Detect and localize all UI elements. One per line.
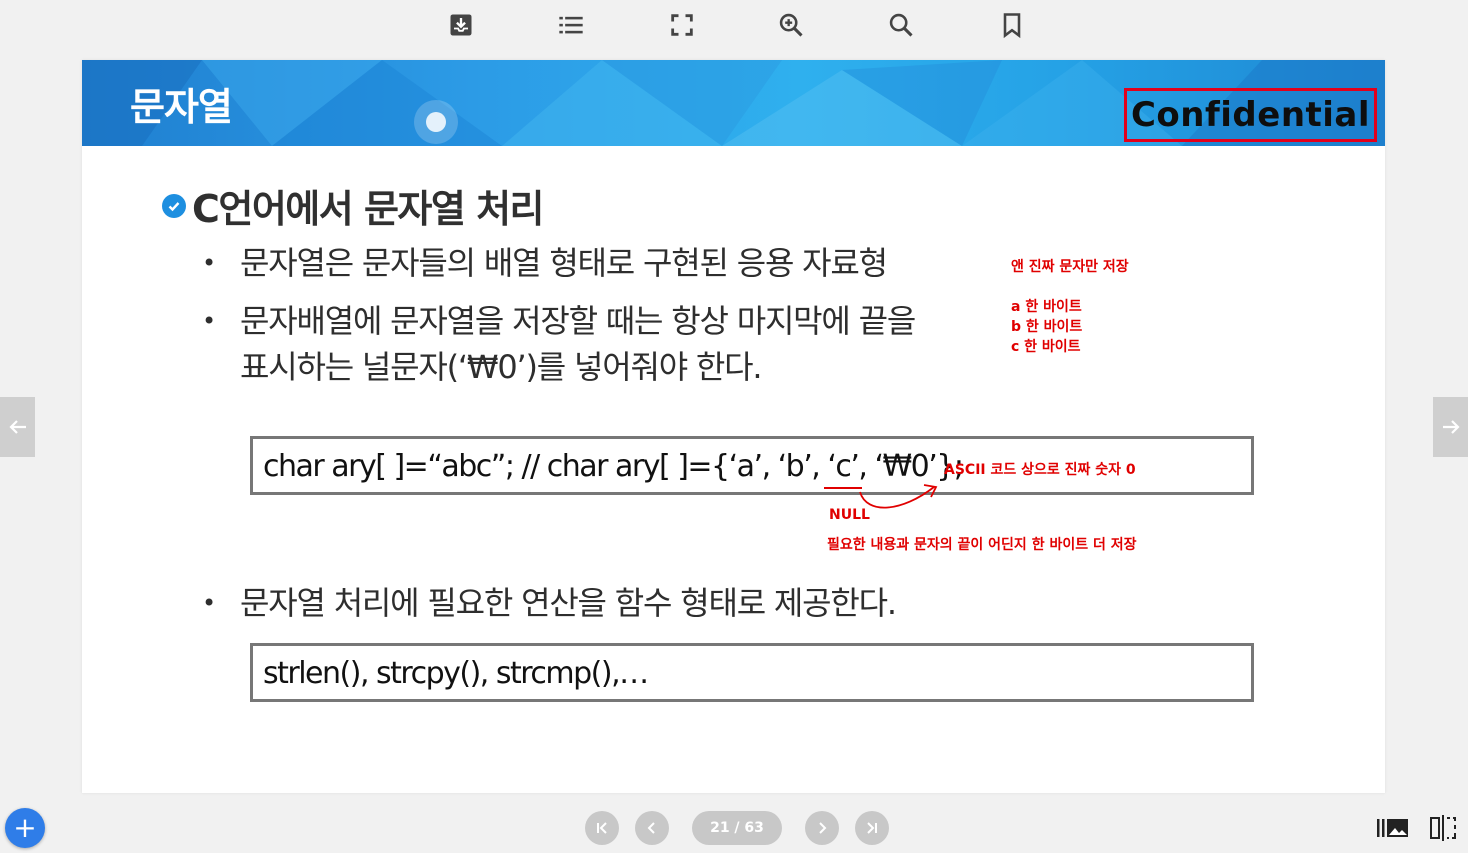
bookmark-icon[interactable]	[993, 6, 1031, 44]
annotation-byte-a: a 한 바이트	[1011, 299, 1082, 315]
page-indicator[interactable]: 21 / 63	[692, 811, 782, 845]
confidential-label: Confidential	[1124, 88, 1377, 142]
prev-slide-button[interactable]	[0, 397, 35, 457]
top-toolbar	[0, 0, 1468, 52]
code-box: strlen(), strcpy(), strcmp(),…	[250, 643, 1254, 702]
annotation-null: NULL	[829, 507, 870, 523]
fullscreen-icon[interactable]	[663, 6, 701, 44]
bullet-dot: •	[202, 589, 216, 617]
chevron-left-icon	[647, 822, 655, 834]
bullet-text: 문자배열에 문자열을 저장할 때는 항상 마지막에 끝을	[240, 302, 916, 340]
bullet-text: 문자열은 문자들의 배열 형태로 구현된 응용 자료형	[240, 244, 888, 282]
slide-heading: C언어에서 문자열 처리	[162, 178, 545, 233]
banner-title: 문자열	[130, 85, 233, 129]
add-button[interactable]: +	[5, 808, 45, 848]
bullet-text: 문자열 처리에 필요한 연산을 함수 형태로 제공한다.	[240, 584, 897, 622]
next-page-button[interactable]	[805, 811, 839, 845]
chevron-right-icon	[819, 822, 827, 834]
two-page-view-button[interactable]	[1425, 812, 1461, 844]
arrow-left-icon	[8, 420, 26, 434]
slide-page: 문자열 Confidential C언어에서 문자열 처리 • 문자열은 문자들…	[82, 60, 1385, 793]
first-page-button[interactable]	[585, 811, 619, 845]
annotation-byte-c: c 한 바이트	[1011, 339, 1081, 355]
last-page-icon	[867, 822, 877, 834]
check-circle-icon	[162, 193, 186, 218]
first-page-icon	[597, 822, 607, 834]
arrow-right-icon	[1442, 420, 1460, 434]
search-icon[interactable]	[882, 6, 920, 44]
page-indicator-text: 21 / 63	[710, 820, 764, 836]
last-page-button[interactable]	[855, 811, 889, 845]
download-icon[interactable]	[442, 6, 480, 44]
bullet-dot: •	[202, 307, 216, 335]
annotation-byte-b: b 한 바이트	[1011, 319, 1083, 335]
slide-banner: 문자열 Confidential	[82, 60, 1385, 146]
code-text: strlen(), strcpy(), strcmp(),…	[263, 656, 649, 691]
next-slide-button[interactable]	[1433, 397, 1468, 457]
annotation-extra-byte: 필요한 내용과 문자의 끝이 어딘지 한 바이트 더 저장	[827, 537, 1137, 553]
zoom-in-icon[interactable]	[772, 6, 810, 44]
code-text: char ary[ ]=“abc”; // char ary[ ]={‘a’, …	[263, 449, 964, 484]
confidential-text: Confidential	[1130, 95, 1371, 135]
bullet-text: 표시하는 널문자(‘₩0’)를 넣어줘야 한다.	[240, 348, 763, 386]
annotation-real-chars: 앤 진짜 문자만 저장	[1011, 259, 1129, 275]
gallery-icon	[1377, 819, 1408, 837]
list-icon[interactable]	[552, 6, 590, 44]
plus-icon: +	[13, 811, 37, 844]
annotation-ascii: ASCII 코드 상으로 진짜 숫자 0	[944, 462, 1136, 478]
prev-page-button[interactable]	[635, 811, 669, 845]
thumbnail-view-button[interactable]	[1375, 812, 1411, 844]
bullet-dot: •	[202, 249, 216, 277]
book-split-icon	[1430, 815, 1456, 841]
heading-text: C언어에서 문자열 처리	[192, 187, 545, 231]
